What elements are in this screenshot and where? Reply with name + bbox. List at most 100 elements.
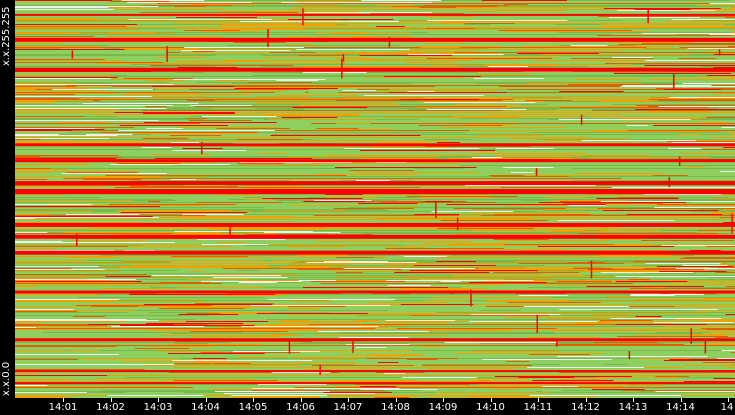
- heatmap-segment: [424, 394, 516, 395]
- heatmap-segment: [437, 330, 507, 331]
- heatmap-segment: [705, 246, 735, 247]
- heatmap-segment: [548, 243, 600, 244]
- heatmap-segment: [143, 365, 300, 366]
- heatmap-segment: [135, 133, 259, 134]
- heatmap-segment: [150, 65, 293, 66]
- heatmap-segment: [646, 47, 680, 48]
- heatmap-segment: [451, 116, 583, 117]
- heatmap-segment: [471, 157, 502, 158]
- heatmap-segment: [15, 243, 165, 244]
- heatmap-segment: [731, 134, 735, 135]
- heatmap-segment: [178, 28, 306, 29]
- heatmap-segment: [556, 328, 701, 329]
- heatmap-segment: [15, 187, 115, 188]
- heatmap-segment: [15, 390, 101, 391]
- heatmap-segment: [153, 198, 263, 199]
- heatmap-segment: [652, 51, 699, 52]
- heatmap-segment: [169, 135, 222, 136]
- heatmap-segment: [385, 247, 428, 248]
- heatmap-segment: [15, 32, 79, 33]
- heatmap-segment: [633, 283, 735, 284]
- heatmap-segment: [641, 43, 735, 44]
- heatmap-segment: [545, 197, 587, 198]
- heatmap-segment: [287, 316, 374, 317]
- heatmap-segment: [308, 89, 357, 90]
- heatmap-segment: [263, 115, 359, 116]
- heatmap-spike: [731, 213, 733, 234]
- heatmap-segment: [586, 157, 709, 158]
- heatmap-segment: [437, 367, 485, 368]
- heatmap-segment: [612, 268, 645, 269]
- heatmap-segment: [607, 56, 735, 57]
- heatmap-segment: [470, 212, 589, 213]
- heatmap-segment: [15, 367, 174, 368]
- heatmap-segment: [517, 53, 599, 54]
- heatmap-red-band: [15, 159, 735, 163]
- heatmap-segment: [604, 337, 660, 338]
- heatmap-segment: [95, 378, 159, 379]
- heatmap-segment: [180, 33, 306, 34]
- heatmap-segment: [617, 336, 729, 337]
- heatmap-segment: [15, 81, 166, 82]
- heatmap-segment: [384, 76, 481, 77]
- heatmap-row: [15, 87, 735, 88]
- heatmap-segment: [188, 4, 255, 5]
- x-axis-tick-label: 14:01: [48, 402, 78, 413]
- heatmap-segment: [355, 347, 387, 348]
- heatmap-segment: [392, 6, 498, 7]
- heatmap-row: [15, 278, 735, 279]
- heatmap-spike: [302, 8, 304, 26]
- heatmap-segment: [422, 396, 467, 397]
- heatmap-segment: [174, 233, 278, 234]
- heatmap-segment: [177, 127, 279, 128]
- heatmap-segment: [154, 77, 308, 78]
- heatmap-segment: [182, 213, 303, 214]
- heatmap-segment: [546, 318, 607, 319]
- heatmap-segment: [15, 214, 51, 215]
- heatmap-segment: [695, 13, 735, 14]
- heatmap-segment: [231, 395, 328, 396]
- heatmap-segment: [68, 323, 124, 324]
- heatmap-segment: [731, 32, 735, 33]
- heatmap-segment: [215, 66, 262, 67]
- heatmap-segment: [437, 271, 505, 272]
- heatmap-segment: [15, 168, 50, 169]
- heatmap-segment: [182, 228, 325, 229]
- heatmap-spike: [556, 338, 558, 347]
- heatmap-segment: [15, 179, 48, 180]
- heatmap-segment: [151, 43, 178, 44]
- heatmap-segment: [297, 255, 349, 256]
- heatmap-segment: [617, 197, 680, 198]
- heatmap-segment: [470, 331, 553, 332]
- heatmap-segment: [301, 66, 461, 67]
- heatmap-segment: [423, 102, 536, 103]
- heatmap-segment: [151, 140, 225, 141]
- heatmap-segment: [153, 381, 282, 382]
- heatmap-segment: [701, 320, 735, 321]
- heatmap-segment: [15, 233, 172, 234]
- heatmap-row: [15, 154, 735, 155]
- heatmap-segment: [15, 326, 110, 327]
- heatmap-segment: [235, 357, 287, 358]
- heatmap-segment: [15, 332, 43, 333]
- heatmap-segment: [526, 337, 600, 338]
- heatmap-segment: [629, 288, 735, 289]
- heatmap-segment: [120, 271, 191, 272]
- heatmap-segment: [116, 163, 181, 164]
- heatmap-segment: [233, 42, 286, 43]
- heatmap-segment: [202, 31, 259, 32]
- x-axis-tick-label: 14:14: [666, 402, 695, 413]
- heatmap-segment: [15, 31, 53, 32]
- heatmap-segment: [15, 278, 87, 279]
- heatmap-segment: [314, 335, 449, 336]
- heatmap-segment: [687, 48, 735, 49]
- heatmap-segment: [600, 320, 653, 321]
- heatmap-segment: [119, 325, 255, 326]
- heatmap-segment: [415, 30, 465, 31]
- heatmap-segment: [15, 281, 142, 282]
- heatmap-segment: [729, 256, 735, 257]
- heatmap-segment: [110, 45, 228, 46]
- heatmap-segment: [539, 86, 604, 87]
- heatmap-segment: [15, 3, 158, 4]
- heatmap-segment: [523, 175, 653, 176]
